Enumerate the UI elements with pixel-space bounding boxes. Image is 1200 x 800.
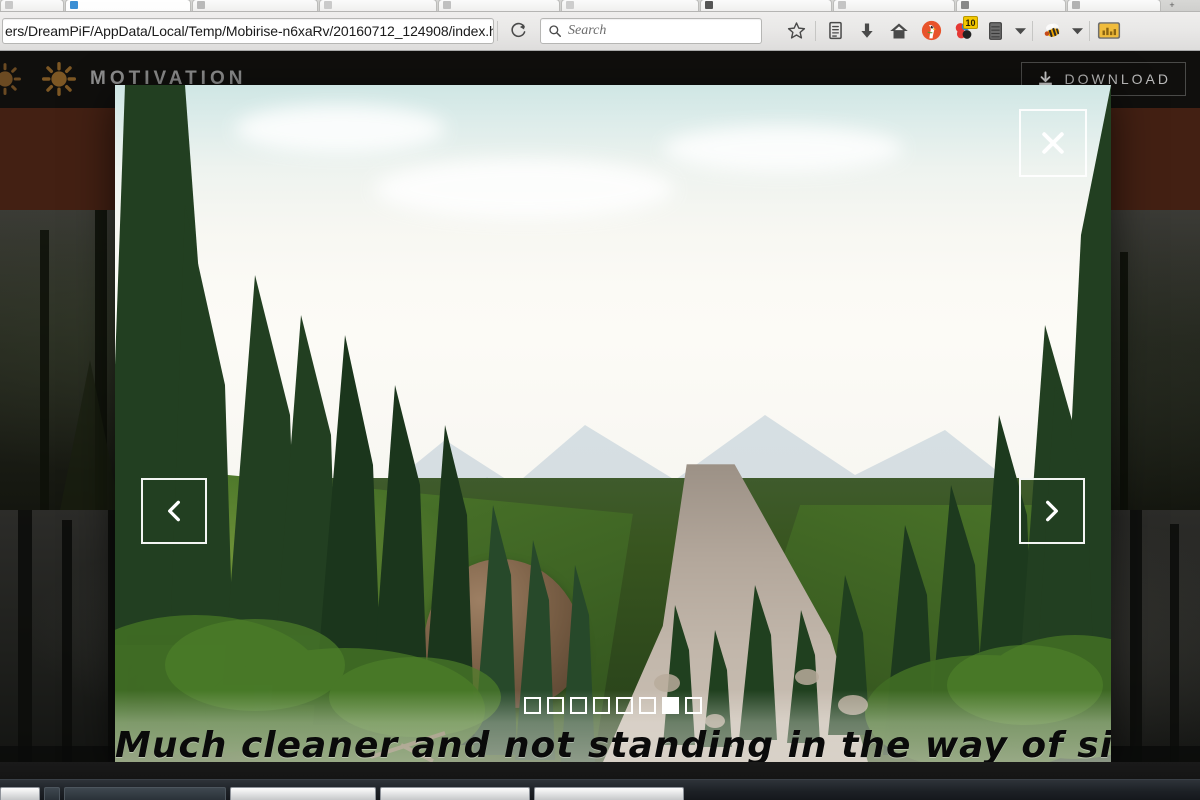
toolbar-separator — [1089, 20, 1090, 41]
carousel-indicator-4[interactable] — [593, 697, 610, 714]
close-button[interactable] — [1019, 109, 1087, 177]
browser-tab-2[interactable] — [65, 0, 191, 11]
search-bar[interactable]: Search — [540, 17, 762, 44]
tab-favicon — [566, 1, 574, 9]
reload-button[interactable] — [501, 17, 535, 45]
carousel-indicator-2[interactable] — [547, 697, 564, 714]
browser-tab-6[interactable] — [561, 0, 699, 11]
addon-balls-icon[interactable]: 10 — [947, 15, 979, 47]
tab-favicon — [961, 1, 969, 9]
toolbar-separator — [1032, 20, 1033, 41]
chevron-left-icon — [168, 500, 180, 522]
foreground-trees — [115, 85, 1111, 762]
container-tabs-icon[interactable] — [979, 15, 1011, 47]
browser-tab-1[interactable] — [0, 0, 64, 11]
dropdown-caret-icon-2[interactable] — [1068, 15, 1086, 47]
browser-tab-4[interactable] — [319, 0, 437, 11]
reload-icon — [510, 22, 525, 38]
taskbar-item-3[interactable] — [230, 787, 376, 800]
browser-chrome: + ers/DreamPiF/AppData/Local/Temp/Mobiri… — [0, 0, 1200, 51]
carousel-indicators[interactable] — [115, 697, 1111, 714]
taskbar-item-1[interactable] — [44, 787, 60, 800]
search-input-placeholder: Search — [568, 22, 607, 38]
browser-tab-10[interactable] — [1067, 0, 1161, 11]
bookmark-star-icon[interactable] — [780, 15, 812, 47]
chevron-right-icon — [1046, 500, 1058, 522]
tab-favicon — [1072, 1, 1080, 9]
toolbar-separator — [497, 20, 498, 41]
carousel-indicator-1[interactable] — [524, 697, 541, 714]
taskbar-item-4[interactable] — [380, 787, 530, 800]
carousel-indicator-8[interactable] — [685, 697, 702, 714]
home-icon[interactable] — [883, 15, 915, 47]
address-bar-text: ers/DreamPiF/AppData/Local/Temp/Mobirise… — [5, 22, 493, 39]
taskbar-start[interactable] — [0, 787, 40, 800]
dropdown-caret-icon[interactable] — [1011, 15, 1029, 47]
taskbar-item-2[interactable] — [64, 787, 226, 800]
tab-favicon — [5, 1, 13, 9]
sun-small-icon — [0, 63, 21, 95]
lightbox-modal[interactable]: Much cleaner and not standing in the way… — [115, 85, 1111, 762]
duckduckgo-icon[interactable] — [915, 15, 947, 47]
desktop-strip — [0, 762, 1200, 780]
carousel-caption: Much cleaner and not standing in the way… — [115, 725, 1111, 762]
navigation-toolbar: ers/DreamPiF/AppData/Local/Temp/Mobirise… — [0, 11, 1200, 50]
sun-icon — [42, 62, 76, 96]
address-bar[interactable]: ers/DreamPiF/AppData/Local/Temp/Mobirise… — [2, 17, 494, 44]
addon-badge-count: 10 — [963, 15, 978, 29]
tab-favicon — [70, 1, 78, 9]
browser-tab-7[interactable] — [700, 0, 832, 11]
tab-favicon — [443, 1, 451, 9]
browser-tab-9[interactable] — [956, 0, 1066, 11]
downloads-arrow-icon[interactable] — [851, 15, 883, 47]
chart-addon-icon[interactable] — [1093, 15, 1125, 47]
carousel-indicator-7[interactable] — [662, 697, 679, 714]
toolbar-separator — [815, 20, 816, 41]
search-icon — [548, 24, 562, 38]
carousel-prev-button[interactable] — [141, 478, 207, 544]
carousel-indicator-6[interactable] — [639, 697, 656, 714]
carousel-indicator-5[interactable] — [616, 697, 633, 714]
carousel-indicator-3[interactable] — [570, 697, 587, 714]
taskbar-buttons[interactable] — [0, 787, 688, 800]
taskbar[interactable] — [0, 779, 1200, 800]
reader-list-icon[interactable] — [819, 15, 851, 47]
browser-tab-3[interactable] — [192, 0, 318, 11]
tab-favicon — [705, 1, 713, 9]
tab-favicon — [197, 1, 205, 9]
browser-tab-5[interactable] — [438, 0, 560, 11]
close-icon — [1042, 132, 1064, 154]
carousel-next-button[interactable] — [1019, 478, 1085, 544]
new-tab-button[interactable]: + — [1162, 0, 1182, 11]
tab-favicon — [324, 1, 332, 9]
tab-favicon — [838, 1, 846, 9]
bee-addon-icon[interactable] — [1036, 15, 1068, 47]
taskbar-item-5[interactable] — [534, 787, 684, 800]
browser-tab-8[interactable] — [833, 0, 955, 11]
carousel-photo — [115, 85, 1111, 762]
